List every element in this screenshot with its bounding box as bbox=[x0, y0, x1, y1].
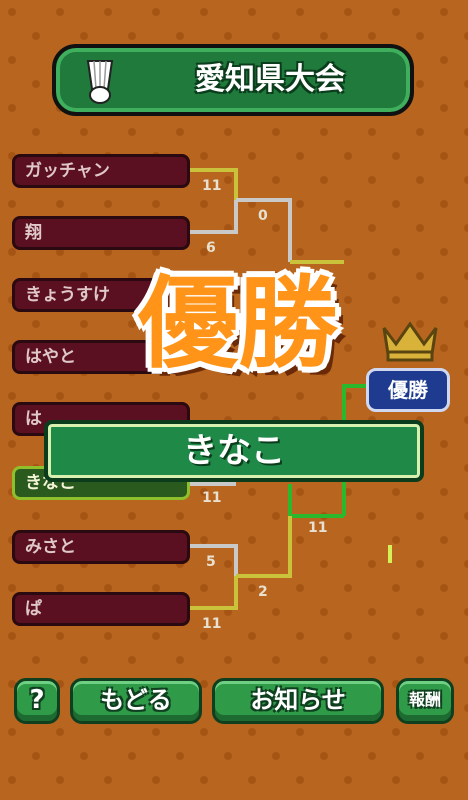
victory-title: 優勝 bbox=[138, 265, 338, 382]
help-button[interactable]: ? bbox=[14, 678, 60, 724]
score-label: 11 bbox=[202, 616, 222, 632]
champion-badge: 優勝 bbox=[366, 368, 450, 412]
crown-icon bbox=[382, 321, 438, 362]
winner-name-banner: きなこ bbox=[44, 420, 424, 482]
back-button[interactable]: もどる bbox=[70, 678, 202, 724]
reward-button[interactable]: 報酬 bbox=[396, 678, 454, 724]
player-slot: ガッチャン bbox=[12, 154, 190, 188]
score-label: 0 bbox=[258, 208, 268, 224]
player-slot: 翔 bbox=[12, 216, 190, 250]
player-slot: ぱ bbox=[12, 592, 190, 626]
sparkle-icon bbox=[388, 545, 392, 563]
news-button[interactable]: お知らせ bbox=[212, 678, 384, 724]
score-label: 11 bbox=[202, 490, 222, 506]
score-label: 6 bbox=[206, 240, 216, 256]
score-label: 5 bbox=[206, 554, 216, 570]
score-label: 11 bbox=[308, 520, 328, 536]
score-label: 2 bbox=[258, 584, 268, 600]
score-label: 11 bbox=[202, 178, 222, 194]
player-slot: みさと bbox=[12, 530, 190, 564]
